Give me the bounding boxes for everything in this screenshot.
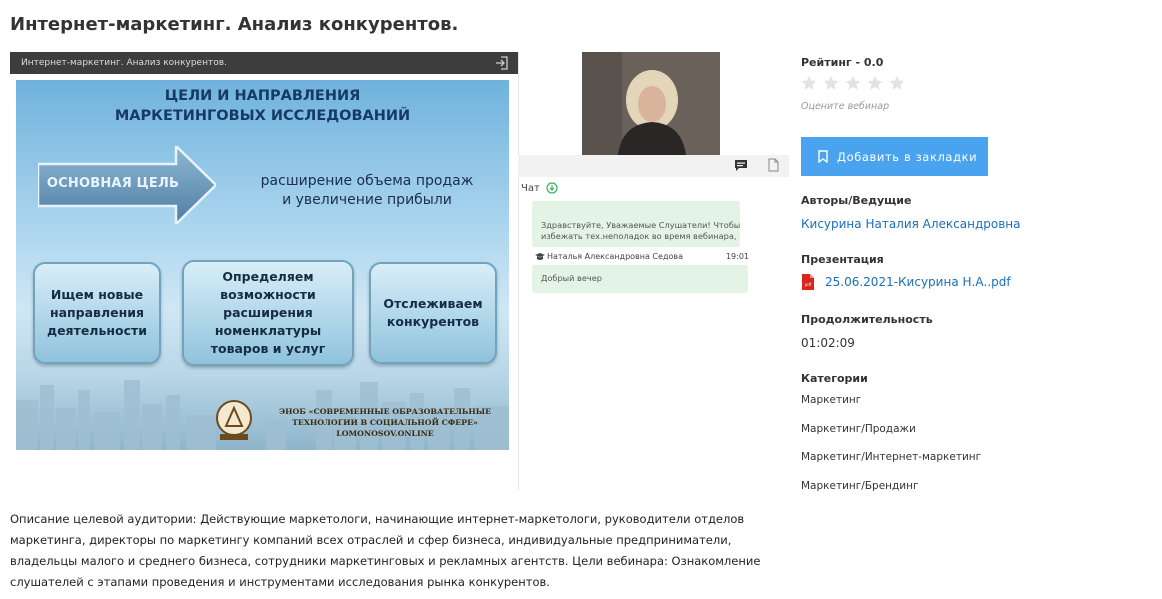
chat-message-text: Добрый вечер — [541, 273, 602, 283]
card-line: Отслеживаем — [383, 296, 483, 311]
slide-heading-line: МАРКЕТИНГОВЫХ ИССЛЕДОВАНИЙ — [114, 108, 411, 124]
slide-goal-line: и увеличение прибыли — [282, 192, 452, 208]
card-line: деятельности — [46, 323, 148, 338]
category-item[interactable]: Маркетинг — [801, 394, 861, 406]
logo-emblem-icon — [216, 400, 252, 440]
add-bookmark-label: Добавить в закладки — [837, 150, 978, 164]
star-icon[interactable] — [823, 75, 839, 91]
author-link[interactable]: Кисурина Наталия Александровна — [801, 217, 1021, 231]
slide-goal: расширение объема продаж и увеличение пр… — [252, 172, 482, 210]
presentation-slide: ЦЕЛИ И НАПРАВЛЕНИЯ МАРКЕТИНГОВЫХ ИССЛЕДО… — [16, 80, 509, 450]
chat-toolbar — [518, 155, 789, 177]
chat-message: Добрый вечер — [532, 265, 748, 293]
logo-text-line: LOMONOSOV.ONLINE — [336, 429, 434, 438]
chat-author: Наталья Александровна Седова — [547, 252, 683, 261]
category-item[interactable]: Маркетинг/Интернет-маркетинг — [801, 451, 981, 463]
slide-card-competitors: Отслеживаем конкурентов — [369, 262, 497, 364]
rating-stars[interactable] — [801, 75, 911, 95]
player-title: Интернет-маркетинг. Анализ конкурентов. — [21, 58, 227, 68]
rate-hint: Оцените вебинар — [801, 101, 890, 112]
card-line: возможности — [220, 287, 316, 302]
card-line: Ищем новые — [50, 287, 144, 302]
bookmark-icon — [818, 150, 828, 163]
star-icon[interactable] — [889, 75, 905, 91]
card-line: товаров и услуг — [210, 341, 326, 356]
add-bookmark-button[interactable]: Добавить в закладки — [801, 137, 988, 176]
star-icon[interactable] — [801, 75, 817, 91]
category-item[interactable]: Маркетинг/Брендинг — [801, 480, 918, 492]
presentation-file-link[interactable]: 25.06.2021-Кисурина Н.А..pdf — [825, 275, 1011, 289]
pdf-badge: pdf — [805, 282, 812, 287]
chat-message: Здравствуйте, Уважаемые Слушатели! Чтобы… — [532, 201, 740, 247]
logo-text-line: ТЕХНОЛОГИИ В СОЦИАЛЬНОЙ СФЕРЕ» — [292, 418, 478, 427]
pdf-icon[interactable]: pdf — [802, 274, 814, 290]
exit-icon[interactable] — [494, 55, 510, 71]
chat-label: Чат — [521, 183, 540, 194]
categories-label: Категории — [801, 372, 868, 385]
star-icon[interactable] — [845, 75, 861, 91]
page-title: Интернет-маркетинг. Анализ конкурентов. — [10, 14, 459, 35]
slide-goal-line: расширение объема продаж — [260, 173, 474, 189]
rating-label: Рейтинг - 0.0 — [801, 56, 884, 69]
chat-message-text: Здравствуйте, Уважаемые Слушатели! Чтобы — [541, 220, 741, 230]
category-item[interactable]: Маркетинг/Продажи — [801, 423, 916, 435]
chat-time: 19:01 — [725, 252, 749, 261]
player-title-bar: Интернет-маркетинг. Анализ конкурентов. — [10, 52, 518, 74]
duration-label: Продолжительность — [801, 313, 933, 326]
authors-label: Авторы/Ведущие — [801, 194, 912, 207]
card-line: конкурентов — [386, 314, 480, 329]
card-line: направления — [49, 305, 145, 320]
chat-down-icon[interactable] — [546, 182, 558, 194]
chat-message-text: избежать тех.неполадок во время вебинара… — [541, 231, 737, 241]
presenter-video[interactable] — [582, 52, 720, 155]
slide-heading: ЦЕЛИ И НАПРАВЛЕНИЯ МАРКЕТИНГОВЫХ ИССЛЕДО… — [16, 86, 509, 126]
slide-heading-line: ЦЕЛИ И НАПРАВЛЕНИЯ — [164, 88, 361, 104]
presentation-label: Презентация — [801, 253, 884, 266]
document-icon[interactable] — [768, 158, 779, 172]
logo-text-line: ЭНОБ «СОВРЕМЕННЫЕ ОБРАЗОВАТЕЛЬНЫЕ — [278, 407, 492, 416]
graduation-cap-icon — [535, 253, 545, 260]
card-line: номенклатуры — [214, 323, 322, 338]
slide-card-new-directions: Ищем новые направления деятельности — [33, 262, 161, 364]
chat-icon[interactable] — [734, 159, 748, 172]
webinar-player: Интернет-маркетинг. Анализ конкурентов. … — [10, 52, 519, 490]
logo-text: ЭНОБ «СОВРЕМЕННЫЕ ОБРАЗОВАТЕЛЬНЫЕ ТЕХНОЛ… — [260, 406, 509, 439]
webinar-description: Описание целевой аудитории: Действующие … — [10, 512, 761, 589]
star-icon[interactable] — [867, 75, 883, 91]
card-line: Определяем — [222, 269, 314, 284]
arrow-label: ОСНОВНАЯ ЦЕЛЬ — [46, 176, 180, 191]
card-line: расширения — [223, 305, 313, 320]
presenter-video-frame — [582, 52, 720, 155]
duration-value: 01:02:09 — [801, 336, 855, 350]
slide-card-expansion: Определяем возможности расширения номенк… — [182, 260, 354, 366]
